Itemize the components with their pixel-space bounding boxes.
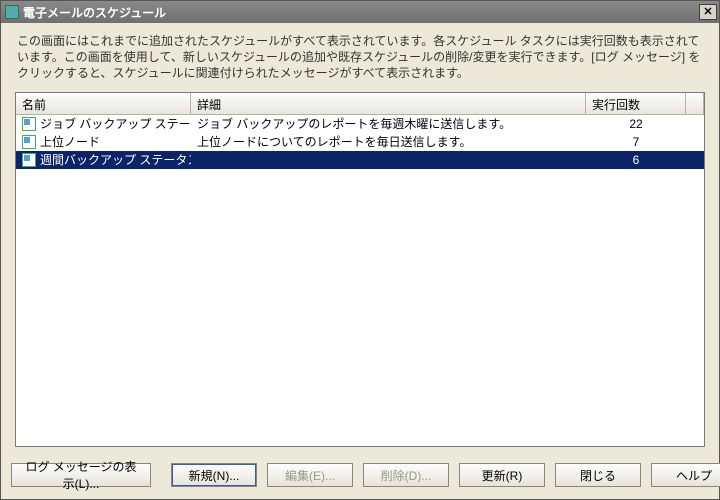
row-spacer — [686, 141, 704, 143]
table-row[interactable]: ジョブ バックアップ ステータスジョブ バックアップのレポートを毎週木曜に送信し… — [16, 115, 704, 133]
row-detail-cell — [191, 159, 586, 161]
schedule-icon — [22, 153, 36, 167]
schedule-icon — [22, 135, 36, 149]
schedule-rows: ジョブ バックアップ ステータスジョブ バックアップのレポートを毎週木曜に送信し… — [16, 115, 704, 446]
row-name-cell: 週間バックアップ ステータス — [16, 150, 191, 169]
schedule-icon — [22, 117, 36, 131]
table-row[interactable]: 週間バックアップ ステータス 6 — [16, 151, 704, 169]
update-button[interactable]: 更新(R) — [459, 463, 545, 487]
column-headers: 名前 詳細 実行回数 — [16, 93, 704, 115]
delete-button: 削除(D)... — [363, 463, 449, 487]
row-spacer — [686, 159, 704, 161]
row-name-text: ジョブ バックアップ ステータス — [40, 115, 191, 132]
close-button[interactable]: 閉じる — [555, 463, 641, 487]
schedule-list: 名前 詳細 実行回数 ジョブ バックアップ ステータスジョブ バックアップのレポ… — [15, 92, 705, 447]
row-count-cell: 22 — [586, 116, 686, 132]
row-name-text: 上位ノード — [40, 133, 100, 150]
app-icon — [5, 5, 19, 19]
column-header-name[interactable]: 名前 — [16, 93, 191, 114]
window-title: 電子メールのスケジュール — [23, 4, 699, 21]
edit-button: 編集(E)... — [267, 463, 353, 487]
close-icon[interactable]: ✕ — [699, 4, 717, 20]
row-name-cell: 上位ノード — [16, 132, 191, 151]
column-header-spacer — [686, 93, 704, 114]
row-detail-cell: 上位ノードについてのレポートを毎日送信します。 — [191, 132, 586, 151]
column-header-detail[interactable]: 詳細 — [191, 93, 586, 114]
row-detail-cell: ジョブ バックアップのレポートを毎週木曜に送信します。 — [191, 115, 586, 134]
row-count-cell: 6 — [586, 152, 686, 168]
log-messages-button[interactable]: ログ メッセージの表示(L)... — [11, 463, 151, 487]
description-text: この画面にはこれまでに追加されたスケジュールがすべて表示されています。各スケジュ… — [1, 23, 719, 88]
titlebar: 電子メールのスケジュール ✕ — [1, 1, 719, 23]
row-name-text: 週間バックアップ ステータス — [40, 151, 191, 168]
row-count-cell: 7 — [586, 134, 686, 150]
column-header-count[interactable]: 実行回数 — [586, 93, 686, 114]
row-spacer — [686, 123, 704, 125]
table-row[interactable]: 上位ノード 上位ノードについてのレポートを毎日送信します。7 — [16, 133, 704, 151]
new-button[interactable]: 新規(N)... — [171, 463, 257, 487]
help-button[interactable]: ヘルプ — [651, 463, 720, 487]
button-bar: ログ メッセージの表示(L)... 新規(N)... 編集(E)... 削除(D… — [1, 455, 719, 499]
row-name-cell: ジョブ バックアップ ステータス — [16, 115, 191, 134]
schedule-dialog: 電子メールのスケジュール ✕ この画面にはこれまでに追加されたスケジュールがすべ… — [0, 0, 720, 500]
